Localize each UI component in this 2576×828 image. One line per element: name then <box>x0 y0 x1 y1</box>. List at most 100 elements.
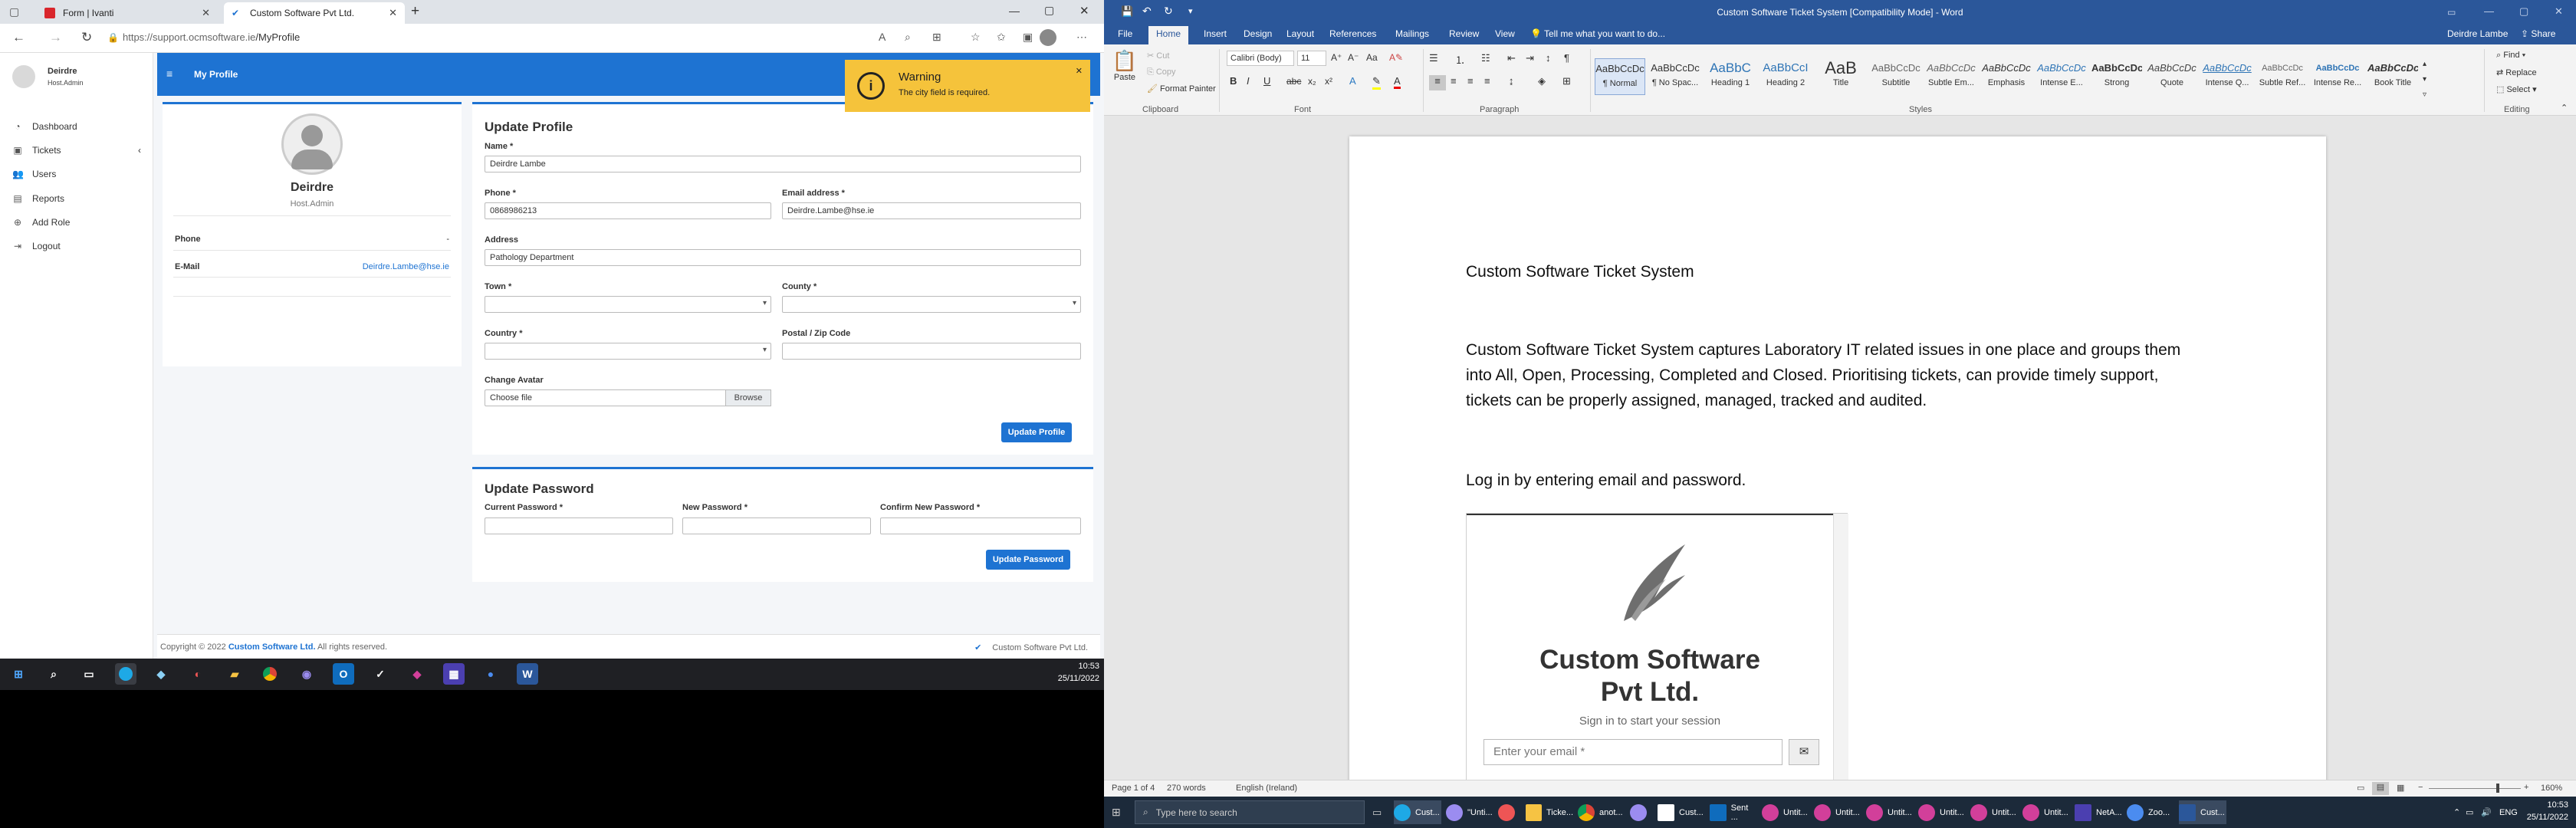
copyright-company-link[interactable]: Custom Software Ltd. <box>228 642 316 652</box>
read-aloud-icon[interactable]: A <box>879 31 886 43</box>
favorites-icon[interactable]: ✩ <box>997 31 1006 44</box>
close-window-icon[interactable]: ✕ <box>2555 5 2563 18</box>
signed-in-user[interactable]: Deirdre Lambe <box>2447 28 2508 39</box>
url-field[interactable]: https://support.ocmsoftware.ie/MyProfile <box>123 31 300 43</box>
outlook-icon[interactable]: O <box>333 663 354 685</box>
sidebar-item-dashboard[interactable]: ◔ Dashboard <box>12 121 77 132</box>
sidebar-item-logout[interactable]: ⇥ Logout <box>12 241 61 251</box>
strikethrough-icon[interactable]: abc <box>1286 76 1301 87</box>
volume-icon[interactable]: 🔊 <box>2481 800 2492 824</box>
tab-home[interactable]: Home <box>1148 26 1189 44</box>
decrease-indent-icon[interactable]: ⇤ <box>1507 52 1516 64</box>
postal-code-field[interactable] <box>782 343 1081 360</box>
cut-button[interactable]: ✂ Cut <box>1147 51 1169 61</box>
county-select[interactable] <box>782 296 1081 313</box>
word-count[interactable]: 270 words <box>1167 784 1206 793</box>
tab-custom-software[interactable]: ✔ Custom Software Pvt Ltd. ✕ <box>224 2 405 24</box>
line-spacing-icon[interactable]: ↨ <box>1509 75 1514 87</box>
tab-layout[interactable]: Layout <box>1286 28 1314 39</box>
collections-icon[interactable]: ▣ <box>1023 31 1033 44</box>
word-icon[interactable]: W <box>517 663 538 685</box>
shrink-font-icon[interactable]: A⁻ <box>1348 52 1359 63</box>
taskbar-app-untitled[interactable]: Untit... <box>1918 800 1966 824</box>
show-marks-icon[interactable]: ¶ <box>1564 52 1569 64</box>
style-book-title[interactable]: AaBbCcDc Book Title <box>2367 58 2418 95</box>
sidebar-item-add-role[interactable]: ⊕ Add Role <box>12 217 70 228</box>
style-subtle-emphasis[interactable]: AaBbCcDc Subtle Em... <box>1926 58 1976 95</box>
zoom-slider[interactable] <box>2429 784 2521 793</box>
style-emphasis[interactable]: AaBbCcDc Emphasis <box>1981 58 2032 95</box>
app-icon[interactable]: ◆ <box>406 663 428 685</box>
email-value[interactable]: Deirdre.Lambe@hse.ie <box>363 262 449 271</box>
app-icon[interactable]: ◉ <box>296 663 317 685</box>
maximize-icon[interactable]: ▢ <box>1044 4 1054 17</box>
embedded-login-screenshot[interactable]: Custom Software Pvt Ltd. Sign in to star… <box>1466 513 1848 805</box>
back-icon[interactable]: ← <box>12 30 25 45</box>
forward-icon[interactable]: → <box>49 30 62 45</box>
shading-icon[interactable]: ◈ <box>1538 75 1546 87</box>
tab-insert[interactable]: Insert <box>1204 28 1227 39</box>
taskbar-app-word[interactable]: Cust... <box>2179 800 2226 824</box>
country-select[interactable] <box>485 343 771 360</box>
close-icon[interactable]: ✕ <box>389 7 397 19</box>
tab-mailings[interactable]: Mailings <box>1395 28 1429 39</box>
tab-references[interactable]: References <box>1329 28 1376 39</box>
update-password-button[interactable]: Update Password <box>986 550 1070 570</box>
windows-start-icon[interactable]: ⊞ <box>1112 800 1121 824</box>
more-menu-icon[interactable]: ⋯ <box>1076 31 1087 44</box>
zoom-in-icon[interactable]: + <box>2524 783 2528 792</box>
document-page[interactable]: Custom Software Ticket System Custom Sof… <box>1349 136 2326 805</box>
profile-avatar-icon[interactable] <box>1040 29 1056 46</box>
clear-formatting-icon[interactable]: A✎ <box>1389 52 1403 63</box>
taskbar-app-untitled[interactable]: "Unti... <box>1446 800 1493 824</box>
close-icon[interactable]: ✕ <box>1076 66 1083 76</box>
style-intense-quote[interactable]: AaBbCcDc Intense Q... <box>2202 58 2252 95</box>
align-right-icon[interactable]: ≡ <box>1467 75 1474 87</box>
taskbar-app-outlook[interactable]: Sent ... <box>1710 800 1757 824</box>
confirm-password-field[interactable] <box>880 518 1081 534</box>
style-normal[interactable]: AaBbCcDc ¶ Normal <box>1595 58 1645 95</box>
favorite-star-icon[interactable]: ☆ <box>971 31 981 44</box>
sidebar-item-reports[interactable]: ▤ Reports <box>12 193 64 204</box>
style-intense-reference[interactable]: AaBbCcDc Intense Re... <box>2312 58 2363 95</box>
name-field[interactable]: Deirdre Lambe <box>485 156 1081 172</box>
tab-review[interactable]: Review <box>1449 28 1479 39</box>
style-subtitle[interactable]: AaBbCcDc Subtitle <box>1871 58 1921 95</box>
taskbar-app-edge[interactable]: Cust... <box>1394 800 1441 824</box>
app-icon[interactable]: ✓ <box>370 663 391 685</box>
taskbar-search-box[interactable]: ⌕ Type here to search <box>1135 800 1365 824</box>
zoom-slider-thumb[interactable] <box>2496 784 2499 793</box>
taskbar-app[interactable] <box>1630 800 1653 824</box>
increase-indent-icon[interactable]: ⇥ <box>1526 52 1534 64</box>
tab-actions-icon[interactable]: ▢ <box>9 5 19 18</box>
paste-button[interactable]: 📋 Paste <box>1110 49 1139 82</box>
style-title[interactable]: AaB Title <box>1815 58 1866 95</box>
phone-field[interactable]: 0868986213 <box>485 202 771 219</box>
sort-icon[interactable]: ↕ <box>1546 52 1551 64</box>
task-view-icon[interactable]: ▭ <box>78 663 100 685</box>
text-effects-icon[interactable]: A <box>1349 75 1356 87</box>
ribbon-options-icon[interactable]: ▭ <box>2447 7 2456 18</box>
print-layout-icon[interactable]: ▤ <box>2372 782 2389 795</box>
highlight-icon[interactable]: ✎ <box>1372 75 1381 90</box>
minimize-icon[interactable]: — <box>1009 5 1020 17</box>
network-icon[interactable]: ▭ <box>2466 800 2473 824</box>
address-field[interactable]: Pathology Department <box>485 249 1081 266</box>
style-heading-1[interactable]: AaBbC Heading 1 <box>1705 58 1756 95</box>
app-icon[interactable]: ▦ <box>443 663 465 685</box>
zoom-app-icon[interactable]: ● <box>480 663 501 685</box>
search-icon[interactable]: ⌕ <box>43 663 64 685</box>
bullets-icon[interactable]: ☰ <box>1429 52 1438 64</box>
italic-icon[interactable]: I <box>1247 75 1250 87</box>
new-password-field[interactable] <box>682 518 871 534</box>
zoom-level[interactable]: 160% <box>2541 784 2562 793</box>
file-explorer-icon[interactable]: ▰ <box>224 663 245 685</box>
justify-icon[interactable]: ≡ <box>1484 75 1490 87</box>
change-case-icon[interactable]: Aa <box>1366 52 1378 63</box>
app-icon[interactable]: ◆ <box>150 663 172 685</box>
select-button[interactable]: ⬚ Select ▾ <box>2496 84 2537 94</box>
taskbar-app-untitled[interactable]: Untit... <box>1762 800 1809 824</box>
grow-font-icon[interactable]: A⁺ <box>1331 52 1342 63</box>
new-tab-button[interactable]: + <box>411 3 419 20</box>
taskbar-app-chrome[interactable]: anot... <box>1578 800 1625 824</box>
